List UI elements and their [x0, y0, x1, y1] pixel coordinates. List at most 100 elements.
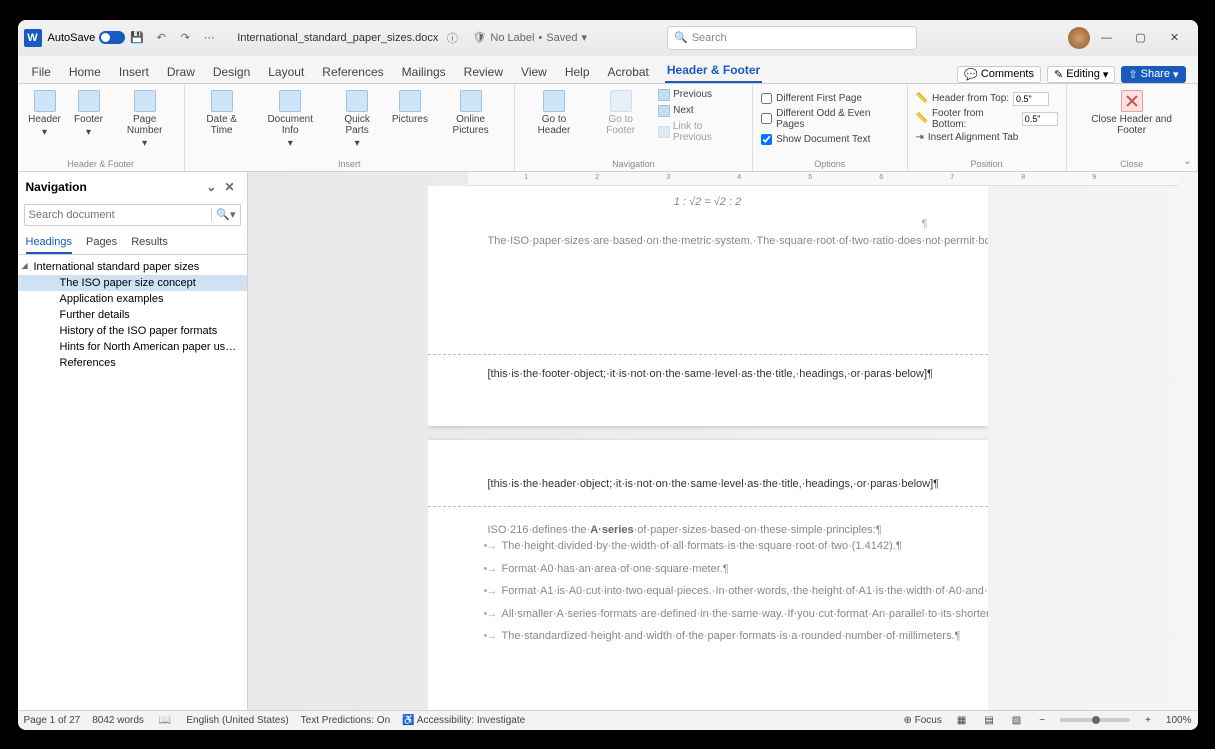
tab-references[interactable]: References [320, 61, 385, 83]
user-avatar[interactable] [1068, 27, 1090, 49]
nav-tab-results[interactable]: Results [131, 232, 168, 254]
language[interactable]: English (United States) [186, 715, 288, 726]
nav-tab-pages[interactable]: Pages [86, 232, 117, 254]
tab-review[interactable]: Review [462, 61, 505, 83]
footer-content[interactable]: [this·is·the·footer·object;·it·is·not·on… [488, 366, 928, 383]
tab-design[interactable]: Design [211, 61, 252, 83]
different-odd-even-checkbox[interactable]: Different Odd & Even Pages [761, 107, 898, 131]
page-container: 1 : √2 = √2 : 2 ¶ The·ISO·paper·sizes·ar… [428, 186, 988, 710]
word-count[interactable]: 8042 words [92, 715, 144, 726]
editing-mode-button[interactable]: ✎ Editing ▾ [1047, 66, 1115, 83]
list-item: The·height·divided·by·the·width·of·all·f… [502, 538, 928, 555]
minimize-button[interactable]: — [1090, 24, 1124, 52]
maximize-button[interactable]: ▢ [1124, 24, 1158, 52]
close-button[interactable]: ✕ [1158, 24, 1192, 52]
goto-header-button[interactable]: Go to Header [523, 88, 586, 138]
footer-from-bottom-field[interactable]: 📏Footer from Bottom: [916, 108, 1058, 130]
next-button[interactable]: Next [656, 104, 744, 118]
quick-parts-button[interactable]: Quick Parts▾ [330, 88, 384, 151]
redo-icon[interactable]: ↷ [175, 28, 195, 48]
tab-file[interactable]: File [30, 61, 53, 83]
web-layout-icon[interactable]: ▧ [1009, 715, 1024, 726]
page[interactable]: [this·is·the·header·object;·it·is·not·on… [428, 440, 988, 710]
previous-button[interactable]: Previous [656, 88, 744, 102]
group-label: Options [761, 158, 898, 169]
header-content[interactable]: [this·is·the·header·object;·it·is·not·on… [488, 476, 928, 493]
tab-layout[interactable]: Layout [266, 61, 306, 83]
tab-insert[interactable]: Insert [117, 61, 151, 83]
titlebar: W AutoSave 💾 ↶ ↷ ⋯ International_standar… [18, 20, 1198, 56]
document-info-button[interactable]: Document Info▾ [257, 88, 324, 151]
tab-view[interactable]: View [519, 61, 549, 83]
nav-search-input[interactable]: 🔍▾ [24, 204, 241, 226]
nav-item[interactable]: Further details [18, 307, 247, 323]
ribbon-tabs: File Home Insert Draw Design Layout Refe… [18, 56, 1198, 84]
horizontal-ruler[interactable]: 1 2 3 4 5 6 7 8 9 [468, 172, 1178, 186]
print-layout-icon[interactable]: ▤ [981, 715, 996, 726]
comments-button[interactable]: 💬 Comments [957, 66, 1041, 83]
list-item: Format·A0·has·an·area·of·one·square·mete… [502, 561, 928, 578]
save-icon[interactable]: 💾 [127, 28, 147, 48]
accessibility-check-icon[interactable]: ⓘ [442, 28, 462, 48]
nav-item[interactable]: History of the ISO paper formats [18, 323, 247, 339]
tab-header-footer[interactable]: Header & Footer [665, 59, 762, 83]
page-number-button[interactable]: Page Number▾ [114, 88, 176, 151]
tab-icon: ⇥ [916, 132, 924, 143]
zoom-slider[interactable] [1060, 718, 1130, 722]
search-icon[interactable]: 🔍▾ [211, 208, 239, 221]
tab-mailings[interactable]: Mailings [400, 61, 448, 83]
tab-draw[interactable]: Draw [165, 61, 197, 83]
nav-item[interactable]: Hints for North American paper users [18, 339, 247, 355]
shield-icon: 🛡 [472, 31, 486, 44]
nav-header: Navigation ⌄ ✕ [18, 172, 247, 202]
link-previous-button[interactable]: Link to Previous [656, 120, 744, 144]
show-document-text-checkbox[interactable]: Show Document Text [761, 133, 898, 146]
online-pictures-button[interactable]: Online Pictures [436, 88, 506, 138]
chevron-down-icon[interactable]: ⌄ [202, 178, 220, 196]
share-button[interactable]: ⇧ Share ▾ [1121, 66, 1185, 83]
toggle-on-icon[interactable] [99, 31, 125, 44]
page-count[interactable]: Page 1 of 27 [24, 715, 81, 726]
page[interactable]: 1 : √2 = √2 : 2 ¶ The·ISO·paper·sizes·ar… [428, 186, 988, 426]
goto-footer-button[interactable]: Go to Footer [591, 88, 650, 138]
close-header-footer-button[interactable]: Close Header and Footer [1075, 88, 1189, 138]
nav-item[interactable]: The ISO paper size concept [18, 275, 247, 291]
ribbon: Header▾ Footer▾ Page Number▾ Header & Fo… [18, 84, 1198, 172]
zoom-in-icon[interactable]: + [1142, 715, 1154, 726]
spellcheck-icon[interactable]: 📖 [156, 715, 174, 726]
header-button[interactable]: Header▾ [26, 88, 64, 140]
zoom-out-icon[interactable]: − [1036, 715, 1048, 726]
nav-item[interactable]: References [18, 355, 247, 371]
body: Navigation ⌄ ✕ 🔍▾ Headings Pages Results… [18, 172, 1198, 710]
close-x-icon [1121, 90, 1143, 112]
footer-button[interactable]: Footer▾ [70, 88, 108, 140]
link-icon [658, 126, 670, 138]
tab-acrobat[interactable]: Acrobat [606, 61, 651, 83]
tab-home[interactable]: Home [67, 61, 103, 83]
tab-help[interactable]: Help [563, 61, 592, 83]
insert-alignment-tab-button[interactable]: ⇥Insert Alignment Tab [916, 132, 1058, 143]
close-icon[interactable]: ✕ [220, 178, 238, 196]
list-item: All·smaller·A·series·formats·are·defined… [502, 606, 928, 623]
zoom-level[interactable]: 100% [1166, 715, 1192, 726]
autosave-toggle[interactable]: AutoSave [48, 31, 126, 44]
focus-mode-button[interactable]: ⊕ Focus [903, 715, 941, 726]
sensitivity-status[interactable]: 🛡 No Label • Saved ▾ [472, 31, 587, 44]
undo-icon[interactable]: ↶ [151, 28, 171, 48]
read-mode-icon[interactable]: ▦ [954, 715, 969, 726]
text-predictions[interactable]: Text Predictions: On [301, 715, 390, 726]
different-first-page-checkbox[interactable]: Different First Page [761, 92, 898, 105]
nav-item[interactable]: International standard paper sizes [18, 259, 247, 275]
document-area: 1 2 3 4 5 6 7 8 9 1 : √2 = √2 : 2 ¶ The·… [248, 172, 1198, 710]
pilcrow-icon: ¶ [488, 216, 928, 233]
nav-tab-headings[interactable]: Headings [26, 232, 72, 254]
header-from-top-field[interactable]: 📏Header from Top: [916, 92, 1058, 106]
pictures-button[interactable]: Pictures [390, 88, 429, 127]
more-icon[interactable]: ⋯ [199, 28, 219, 48]
document-title: International_standard_paper_sizes.docx [237, 32, 438, 44]
search-input[interactable]: 🔍 Search [667, 26, 917, 50]
collapse-ribbon-icon[interactable]: ⌄ [1183, 156, 1191, 167]
accessibility-status[interactable]: ♿ Accessibility: Investigate [402, 715, 525, 726]
date-time-button[interactable]: Date & Time [193, 88, 251, 138]
nav-item[interactable]: Application examples [18, 291, 247, 307]
